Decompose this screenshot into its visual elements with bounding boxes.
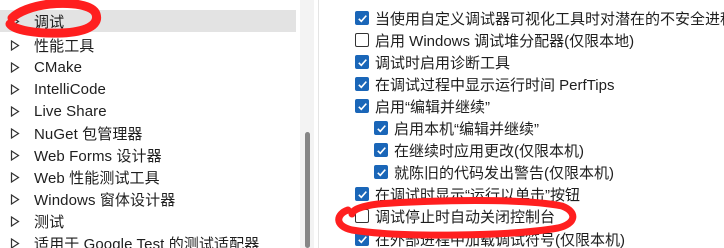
tree-item-live-share[interactable]: Live Share [0, 100, 296, 122]
option-label: 就陈旧的代码发出警告(仅限本机) [394, 164, 614, 182]
expand-arrow-icon[interactable] [0, 34, 30, 56]
debugging-options-panel: 当使用自定义调试器可视化工具时对潜在的不安全进程 启用 Windows 调试堆分… [319, 0, 724, 248]
option-label: 在继续时应用更改(仅限本机) [394, 142, 584, 160]
checkbox-checked-icon[interactable] [355, 77, 369, 91]
checkbox-checked-icon[interactable] [355, 99, 369, 113]
tree-item-debugging[interactable]: 调试 [0, 10, 296, 32]
tree-item-performance-tools[interactable]: 性能工具 [0, 34, 296, 56]
option-windows-debug-heap[interactable]: 启用 Windows 调试堆分配器(仅限本地) [355, 29, 634, 51]
expand-arrow-icon[interactable] [0, 144, 30, 166]
option-label: 启用本机“编辑并继续” [394, 120, 539, 138]
tree-item-label: 性能工具 [34, 37, 95, 55]
option-run-to-click[interactable]: 在调试时显示“运行以单击”按钮 [355, 183, 580, 205]
checkbox-checked-icon[interactable] [355, 232, 369, 246]
tree-item-google-test-adapter[interactable]: 适用于 Google Test 的测试适配器 [0, 232, 296, 248]
tree-item-web-perf-test-tools[interactable]: Web 性能测试工具 [0, 166, 296, 188]
tree-item-nuget[interactable]: NuGet 包管理器 [0, 122, 296, 144]
option-label: 调试停止时自动关闭控制台 [375, 208, 556, 226]
scrollbar-thumb[interactable] [305, 132, 310, 248]
option-perftips[interactable]: 在调试过程中显示运行时间 PerfTips [355, 73, 614, 95]
expand-arrow-icon[interactable] [0, 56, 30, 78]
tree-item-label: 适用于 Google Test 的测试适配器 [34, 235, 260, 248]
tree-item-label: NuGet 包管理器 [34, 125, 143, 143]
checkbox-unchecked-icon[interactable] [355, 33, 369, 47]
checkbox-checked-icon[interactable] [355, 11, 369, 25]
option-label: 启用“编辑并继续” [375, 98, 490, 116]
option-apply-changes-on-continue[interactable]: 在继续时应用更改(仅限本机) [374, 139, 584, 161]
option-auto-close-console[interactable]: 调试停止时自动关闭控制台 [355, 205, 555, 227]
tree-item-label: 测试 [34, 213, 65, 231]
expand-arrow-icon[interactable] [0, 100, 30, 122]
tree-item-label: 调试 [34, 13, 65, 31]
option-label: 在外部进程中加载调试符号(仅限本机) [375, 231, 625, 248]
option-custom-visualizer-warning[interactable]: 当使用自定义调试器可视化工具时对潜在的不安全进程 [355, 7, 724, 29]
expand-arrow-icon[interactable] [0, 78, 30, 100]
option-native-edit-and-continue[interactable]: 启用本机“编辑并继续” [374, 117, 539, 139]
tree-item-label: Web Forms 设计器 [34, 147, 162, 165]
option-load-symbols-external-process[interactable]: 在外部进程中加载调试符号(仅限本机) [355, 228, 625, 248]
option-label: 当使用自定义调试器可视化工具时对潜在的不安全进程 [375, 10, 724, 28]
option-label: 启用 Windows 调试堆分配器(仅限本地) [375, 32, 635, 50]
option-stale-code-warning[interactable]: 就陈旧的代码发出警告(仅限本机) [374, 161, 614, 183]
tree-item-label: Live Share [34, 102, 107, 120]
checkbox-unchecked-icon[interactable] [355, 209, 369, 223]
expand-arrow-icon[interactable] [0, 10, 30, 32]
tree-item-test[interactable]: 测试 [0, 210, 296, 232]
expand-arrow-icon[interactable] [0, 210, 30, 232]
checkbox-checked-icon[interactable] [374, 121, 388, 135]
option-label: 在调试过程中显示运行时间 PerfTips [375, 76, 615, 94]
option-label: 在调试时显示“运行以单击”按钮 [375, 186, 580, 204]
checkbox-checked-icon[interactable] [355, 187, 369, 201]
expand-arrow-icon[interactable] [0, 122, 30, 144]
option-label: 调试时启用诊断工具 [375, 54, 511, 72]
checkbox-checked-icon[interactable] [355, 55, 369, 69]
tree-item-label: CMake [34, 58, 83, 76]
checkbox-checked-icon[interactable] [374, 143, 388, 157]
tree-item-label: Web 性能测试工具 [34, 169, 160, 187]
option-diagnostic-tools[interactable]: 调试时启用诊断工具 [355, 51, 510, 73]
checkbox-checked-icon[interactable] [374, 165, 388, 179]
options-category-tree: 调试 性能工具 CMake IntelliCode Live Share NuG… [0, 0, 298, 248]
tree-item-windows-forms-designer[interactable]: Windows 窗体设计器 [0, 188, 296, 210]
option-edit-and-continue[interactable]: 启用“编辑并继续” [355, 95, 490, 117]
expand-arrow-icon[interactable] [0, 166, 30, 188]
expand-arrow-icon[interactable] [0, 232, 30, 248]
expand-arrow-icon[interactable] [0, 188, 30, 210]
options-dialog: 调试 性能工具 CMake IntelliCode Live Share NuG… [0, 0, 724, 248]
tree-item-web-forms-designer[interactable]: Web Forms 设计器 [0, 144, 296, 166]
tree-item-intellicode[interactable]: IntelliCode [0, 78, 296, 100]
tree-scrollbar[interactable] [300, 0, 314, 248]
tree-item-label: Windows 窗体设计器 [34, 191, 176, 209]
tree-item-label: IntelliCode [34, 80, 106, 98]
tree-item-cmake[interactable]: CMake [0, 56, 296, 78]
